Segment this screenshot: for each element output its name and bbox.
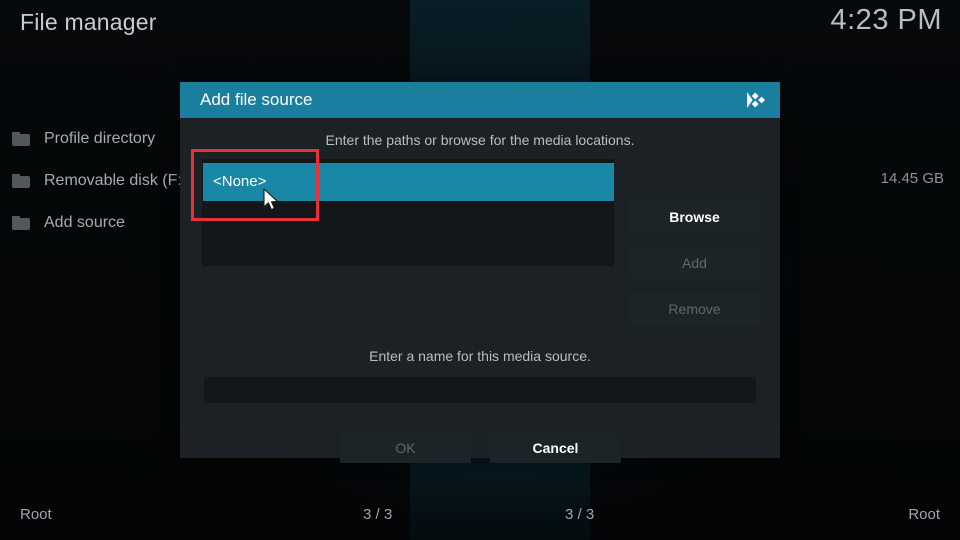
name-hint-label: Enter a name for this media source. xyxy=(369,348,591,364)
status-left-path: Root xyxy=(20,506,52,523)
status-right-path: Root xyxy=(908,506,940,523)
folder-icon xyxy=(12,132,30,146)
media-source-name-input[interactable] xyxy=(204,377,756,403)
path-list-item-selected[interactable]: <None> xyxy=(203,163,614,201)
disk-size-label: 14.45 GB xyxy=(880,170,944,187)
kodi-logo-icon xyxy=(747,92,765,108)
top-bar: File manager 4:23 PM xyxy=(0,0,960,58)
path-list-item-label: <None> xyxy=(213,173,267,190)
list-item-label: Add source xyxy=(44,214,125,231)
add-file-source-dialog: Add file source Enter the paths or brows… xyxy=(180,82,780,463)
list-item-label: Removable disk (F:) xyxy=(44,172,188,189)
status-bar: Root 3 / 3 3 / 3 Root xyxy=(0,496,960,540)
list-item-label: Profile directory xyxy=(44,130,156,147)
ok-button[interactable]: OK xyxy=(340,433,471,463)
kodi-screen: File manager 4:23 PM Profile directory R… xyxy=(0,0,960,540)
status-left-count: 3 / 3 xyxy=(363,506,393,523)
browse-button[interactable]: Browse xyxy=(629,200,760,233)
path-list[interactable]: <None> xyxy=(202,159,614,266)
folder-icon xyxy=(12,216,30,230)
dialog-title: Add file source xyxy=(200,90,313,109)
clock: 4:23 PM xyxy=(830,4,942,36)
dialog-header: Add file source xyxy=(180,82,780,118)
paths-hint-label: Enter the paths or browse for the media … xyxy=(325,132,635,148)
page-title: File manager xyxy=(20,9,157,35)
dialog-body: Enter the paths or browse for the media … xyxy=(180,118,780,463)
folder-icon xyxy=(12,174,30,188)
status-right-count: 3 / 3 xyxy=(565,506,595,523)
cancel-button[interactable]: Cancel xyxy=(490,433,621,463)
remove-button[interactable]: Remove xyxy=(629,292,760,325)
add-button[interactable]: Add xyxy=(629,246,760,279)
